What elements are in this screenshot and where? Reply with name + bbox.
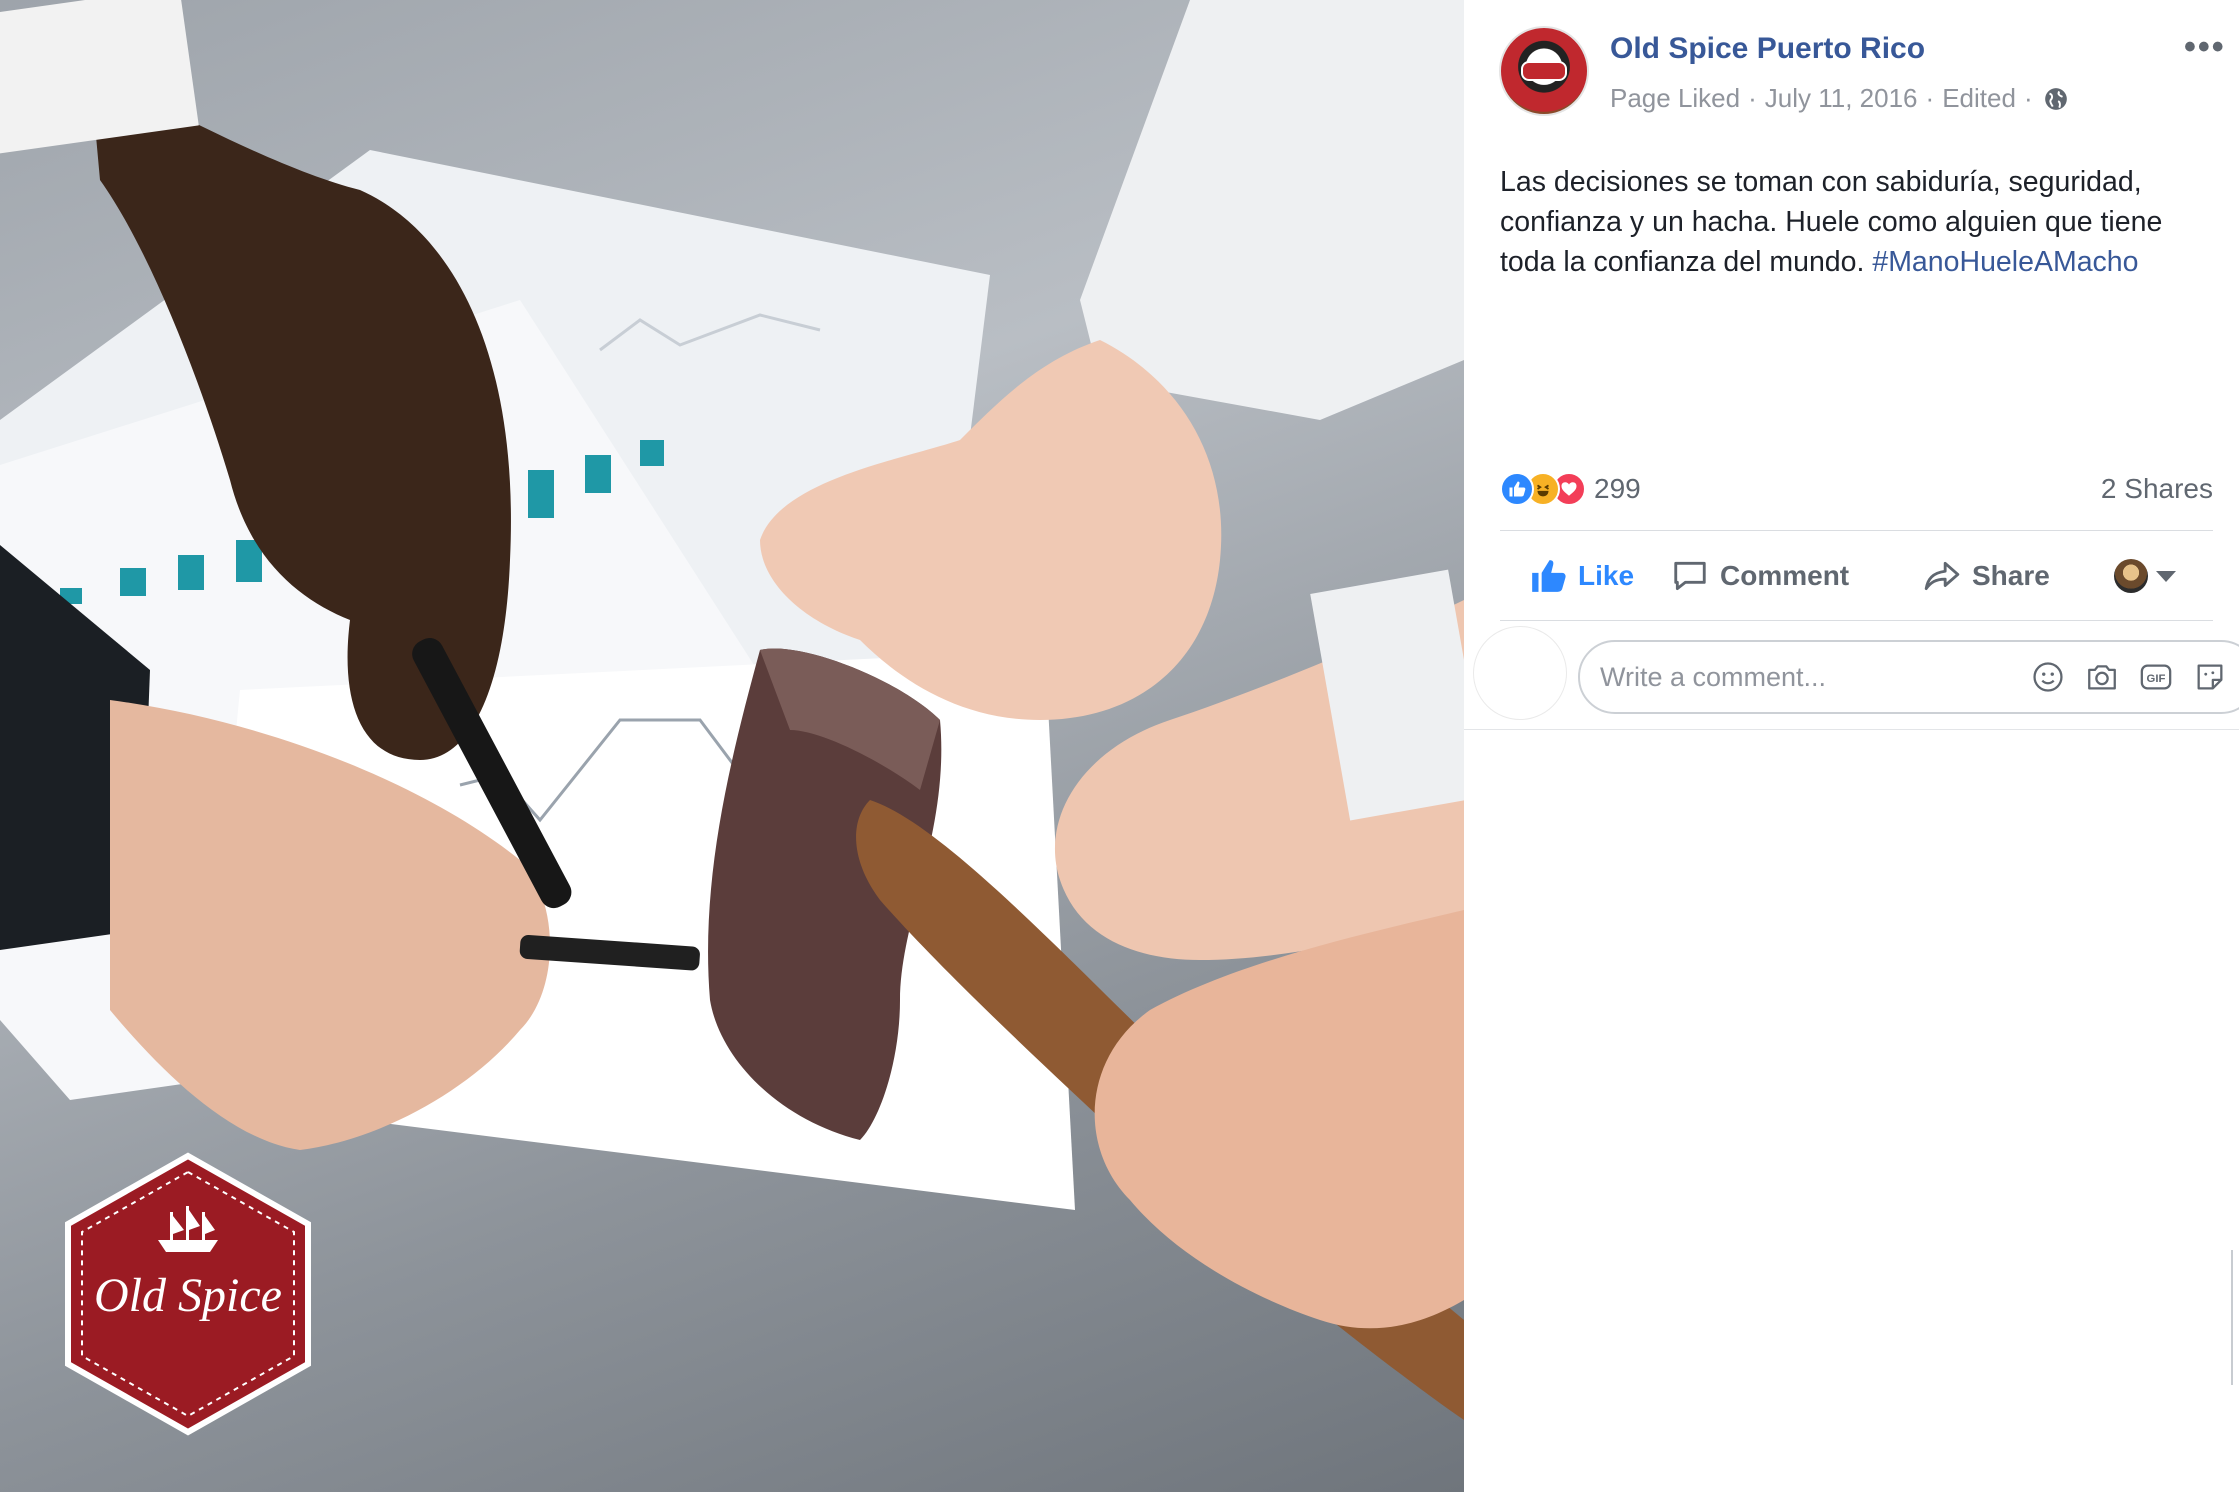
post-date[interactable]: July 11, 2016 bbox=[1765, 83, 1918, 114]
commenter-avatar bbox=[1473, 626, 1567, 720]
page-name-link[interactable]: Old Spice Puerto Rico bbox=[1610, 32, 1925, 66]
like-button[interactable]: Like bbox=[1528, 557, 1634, 595]
edited-label[interactable]: Edited bbox=[1942, 83, 2016, 114]
scrollbar[interactable] bbox=[2231, 1250, 2233, 1385]
comment-button[interactable]: Comment bbox=[1670, 557, 1849, 595]
like-label: Like bbox=[1578, 560, 1635, 591]
camera-icon[interactable] bbox=[2084, 659, 2120, 695]
post-panel: Old Spice Puerto Rico Page Liked · July … bbox=[1464, 0, 2239, 1492]
comment-tools: GIF bbox=[2030, 659, 2228, 695]
post-meta: Page Liked · July 11, 2016 · Edited · bbox=[1610, 83, 2069, 114]
hand bbox=[1094, 910, 1464, 1329]
emoji-icon[interactable] bbox=[2030, 659, 2066, 695]
shirt-sleeve bbox=[1080, 0, 1464, 420]
action-bar: Like Comment Share bbox=[1500, 540, 2213, 612]
sticker-icon[interactable] bbox=[2192, 659, 2228, 695]
comment-composer: GIF bbox=[1464, 622, 2239, 730]
share-label: Share bbox=[1972, 560, 2050, 591]
page-avatar[interactable] bbox=[1499, 26, 1589, 116]
old-spice-logo: Old Spice bbox=[60, 1150, 316, 1440]
user-avatar bbox=[2114, 559, 2148, 593]
meta-separator: · bbox=[1748, 83, 1757, 113]
post-photo[interactable]: Old Spice bbox=[0, 0, 1464, 1492]
comment-label: Comment bbox=[1720, 560, 1850, 591]
reactions-summary[interactable]: 299 bbox=[1500, 470, 1641, 508]
divider bbox=[1500, 620, 2213, 621]
comment-bubble-icon bbox=[1674, 561, 1706, 591]
hashtag-link[interactable]: #ManoHueleAMacho bbox=[1872, 246, 2138, 278]
post-as-selector[interactable] bbox=[2114, 559, 2176, 593]
logo-text: Old Spice bbox=[94, 1269, 282, 1322]
more-options-icon[interactable]: ••• bbox=[2184, 30, 2226, 64]
meta-separator: · bbox=[1925, 83, 1935, 113]
divider bbox=[1500, 530, 2213, 531]
page-liked-status[interactable]: Page Liked bbox=[1610, 83, 1740, 114]
post-message: Las decisiones se toman con sabiduría, s… bbox=[1500, 162, 2220, 282]
svg-text:GIF: GIF bbox=[2147, 673, 2166, 685]
comment-box[interactable]: GIF bbox=[1578, 640, 2239, 714]
chevron-down-icon bbox=[2156, 570, 2176, 582]
shares-count[interactable]: 2 Shares bbox=[2101, 473, 2213, 505]
meta-separator: · bbox=[2023, 83, 2033, 113]
share-button[interactable]: Share bbox=[1922, 557, 2050, 595]
globe-icon[interactable] bbox=[2043, 86, 2069, 112]
gif-icon[interactable]: GIF bbox=[2138, 659, 2174, 695]
comment-input[interactable] bbox=[1598, 656, 2022, 698]
reaction-count[interactable]: 299 bbox=[1594, 473, 1641, 505]
share-arrow-icon bbox=[1924, 561, 1960, 591]
like-icon bbox=[1500, 472, 1534, 506]
like-thumb-icon bbox=[1532, 560, 1566, 592]
avatar-badge-icon bbox=[1521, 61, 1567, 81]
